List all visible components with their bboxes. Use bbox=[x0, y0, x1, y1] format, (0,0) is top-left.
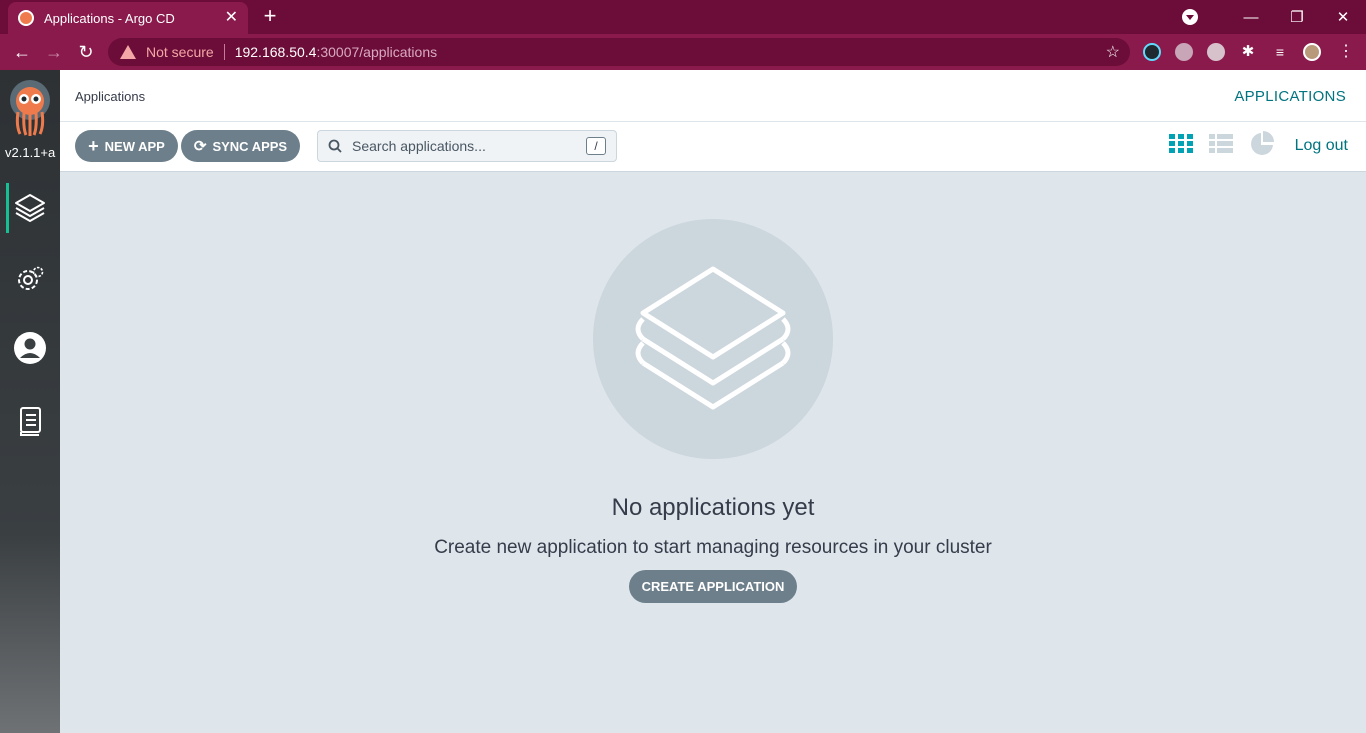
speed-extension-icon[interactable] bbox=[1207, 43, 1225, 61]
search-placeholder: Search applications... bbox=[352, 138, 486, 154]
search-shortcut-hint: / bbox=[586, 137, 606, 155]
sidebar-item-user-info[interactable] bbox=[0, 323, 60, 373]
layers-icon bbox=[635, 266, 791, 410]
search-icon bbox=[328, 139, 342, 153]
back-arrow-icon[interactable]: ← bbox=[10, 40, 34, 64]
page-title: APPLICATIONS bbox=[1234, 88, 1346, 105]
logout-link[interactable]: Log out bbox=[1295, 137, 1348, 155]
close-window-button[interactable]: ✕ bbox=[1320, 8, 1366, 26]
empty-state-illustration bbox=[593, 219, 833, 459]
docs-icon bbox=[20, 407, 41, 436]
new-tab-button[interactable]: + bbox=[258, 4, 282, 28]
forward-arrow-icon[interactable]: → bbox=[42, 40, 66, 64]
sync-apps-label: SYNC APPS bbox=[212, 138, 288, 154]
warning-icon bbox=[120, 45, 136, 59]
browser-tab[interactable]: Applications - Argo CD ✕ bbox=[8, 2, 248, 34]
tiles-view-icon[interactable] bbox=[1168, 131, 1194, 157]
summary-pie-icon[interactable] bbox=[1249, 131, 1275, 157]
sidebar: v2.1.1+a bbox=[0, 70, 60, 733]
empty-state-description: Create new application to start managing… bbox=[434, 537, 992, 558]
create-application-button[interactable]: CREATE APPLICATION bbox=[629, 570, 797, 603]
browser-tab-strip: Applications - Argo CD ✕ + — ❐ ✕ bbox=[0, 0, 1366, 34]
react-devtools-icon[interactable] bbox=[1143, 43, 1161, 61]
layers-icon bbox=[15, 194, 45, 222]
argo-favicon-icon bbox=[18, 10, 34, 26]
sidebar-item-documentation[interactable] bbox=[0, 396, 60, 446]
profile-avatar[interactable] bbox=[1303, 43, 1321, 61]
breadcrumb[interactable]: Applications bbox=[75, 89, 145, 104]
address-bar[interactable]: Not secure 192.168.50.4 :30007/applicati… bbox=[108, 38, 1130, 66]
gear-icon bbox=[18, 266, 44, 290]
version-label: v2.1.1+a bbox=[5, 145, 56, 160]
argo-logo-icon[interactable] bbox=[8, 80, 52, 136]
sidebar-item-applications[interactable] bbox=[0, 183, 60, 233]
reload-icon[interactable]: ↻ bbox=[74, 40, 98, 64]
sidebar-item-settings[interactable] bbox=[0, 254, 60, 304]
new-app-button[interactable]: + NEW APP bbox=[75, 130, 178, 162]
sync-apps-button[interactable]: ⟳ SYNC APPS bbox=[181, 130, 300, 162]
page-header: Applications APPLICATIONS bbox=[60, 70, 1366, 122]
url-path: :30007/applications bbox=[316, 44, 438, 60]
user-icon bbox=[14, 332, 46, 364]
plus-icon: + bbox=[88, 136, 99, 156]
media-control-icon[interactable]: ≡ bbox=[1271, 43, 1289, 61]
security-status[interactable]: Not secure bbox=[146, 44, 214, 60]
list-view-icon[interactable] bbox=[1208, 131, 1234, 157]
apps-toolbar: + NEW APP ⟳ SYNC APPS Search application… bbox=[60, 122, 1366, 172]
divider bbox=[223, 44, 225, 60]
empty-state-title: No applications yet bbox=[611, 494, 815, 521]
camera-extension-icon[interactable] bbox=[1175, 43, 1193, 61]
extensions-puzzle-icon[interactable]: ✱ bbox=[1239, 43, 1257, 61]
bookmark-star-icon[interactable]: ☆ bbox=[1106, 42, 1120, 62]
tab-search-icon[interactable] bbox=[1182, 9, 1198, 25]
window-controls: — ❐ ✕ bbox=[1182, 0, 1366, 34]
minimize-button[interactable]: — bbox=[1228, 9, 1274, 26]
restore-button[interactable]: ❐ bbox=[1274, 8, 1320, 26]
new-app-label: NEW APP bbox=[104, 138, 165, 154]
tab-close-button[interactable]: ✕ bbox=[225, 10, 238, 26]
sync-icon: ⟳ bbox=[193, 137, 207, 155]
search-input[interactable]: Search applications... / bbox=[317, 130, 617, 162]
browser-toolbar: ← → ↻ Not secure 192.168.50.4 :30007/app… bbox=[0, 34, 1366, 70]
url-host: 192.168.50.4 bbox=[234, 44, 317, 60]
tab-title: Applications - Argo CD bbox=[44, 10, 175, 26]
chrome-menu-icon[interactable]: ⋮ bbox=[1334, 40, 1358, 64]
